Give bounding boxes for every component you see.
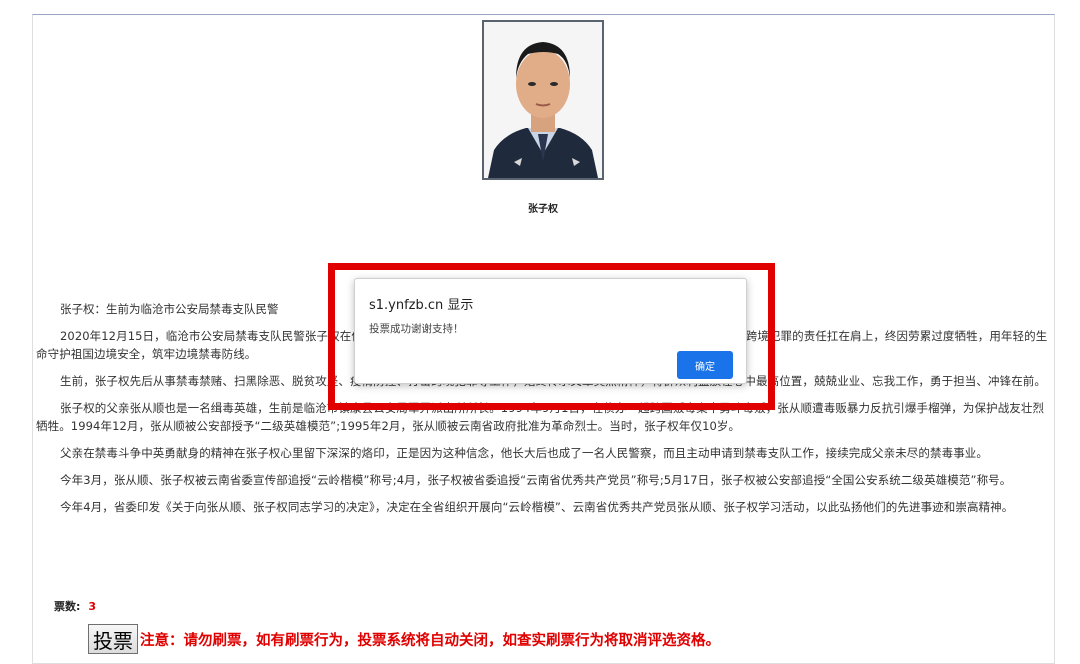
profile-name: 张子权 [528,204,558,215]
article-paragraph: 今年4月，省委印发《关于向张从顺、张子权同志学习的决定》，决定在全省组织开展向“… [60,500,1014,514]
vote-count-value: 3 [88,600,97,613]
vote-count-label: 票数: [54,600,81,613]
vote-count: 票数: 3 [54,598,96,614]
vote-row: 投票 注意：请勿刷票，如有刷票行为，投票系统将自动关闭，如查实刷票行为将取消评选… [88,624,720,654]
profile-photo [482,20,604,180]
article-paragraph: 今年3月，张从顺、张子权被云南省委宣传部追授“云岭楷模”称号;4月，张子权被省委… [60,473,1012,487]
red-highlight-box [328,263,775,410]
article-paragraph: 父亲在禁毒斗争中英勇献身的精神在张子权心里留下深深的烙印，正是因为这种信念，他长… [60,446,988,460]
vote-warning: 注意：请勿刷票，如有刷票行为，投票系统将自动关闭，如查实刷票行为将取消评选资格。 [140,632,720,649]
vote-button[interactable]: 投票 [88,624,138,654]
